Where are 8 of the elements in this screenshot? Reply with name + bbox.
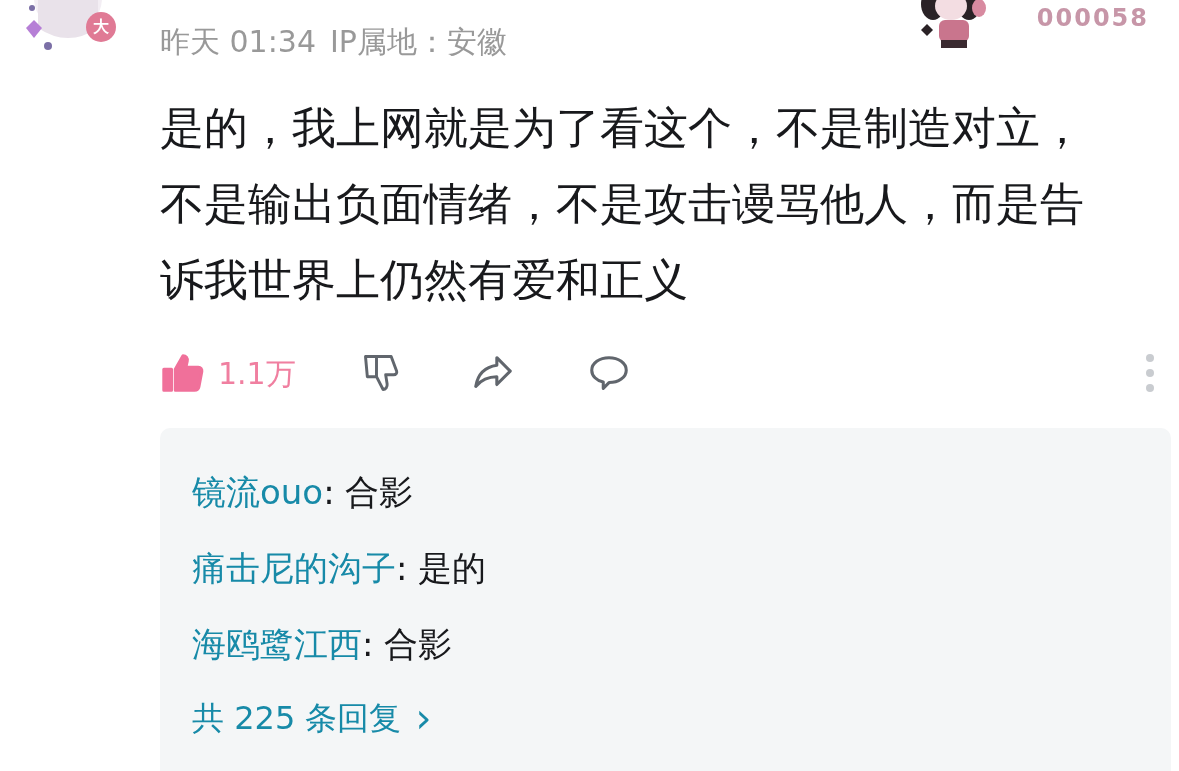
comment-time: 昨天 01:34 <box>160 23 316 61</box>
fan-number: 000058 <box>1036 3 1149 34</box>
ip-location: IP属地：安徽 <box>330 23 507 61</box>
reply-item[interactable]: 镜流ouo: 合影 <box>192 466 1139 518</box>
view-replies-link[interactable]: 共 225 条回复 › <box>192 694 432 742</box>
reply-item[interactable]: 海鸥鹭江西: 合影 <box>192 618 1139 670</box>
comment-text: 是的，我上网就是为了看这个，不是制造对立，不是输出负面情绪，不是攻击谩骂他人，而是告诉我世界上仍然有爱和正义 <box>160 101 1085 307</box>
reply-item[interactable]: 痛击尼的沟子: 是的 <box>192 542 1139 594</box>
